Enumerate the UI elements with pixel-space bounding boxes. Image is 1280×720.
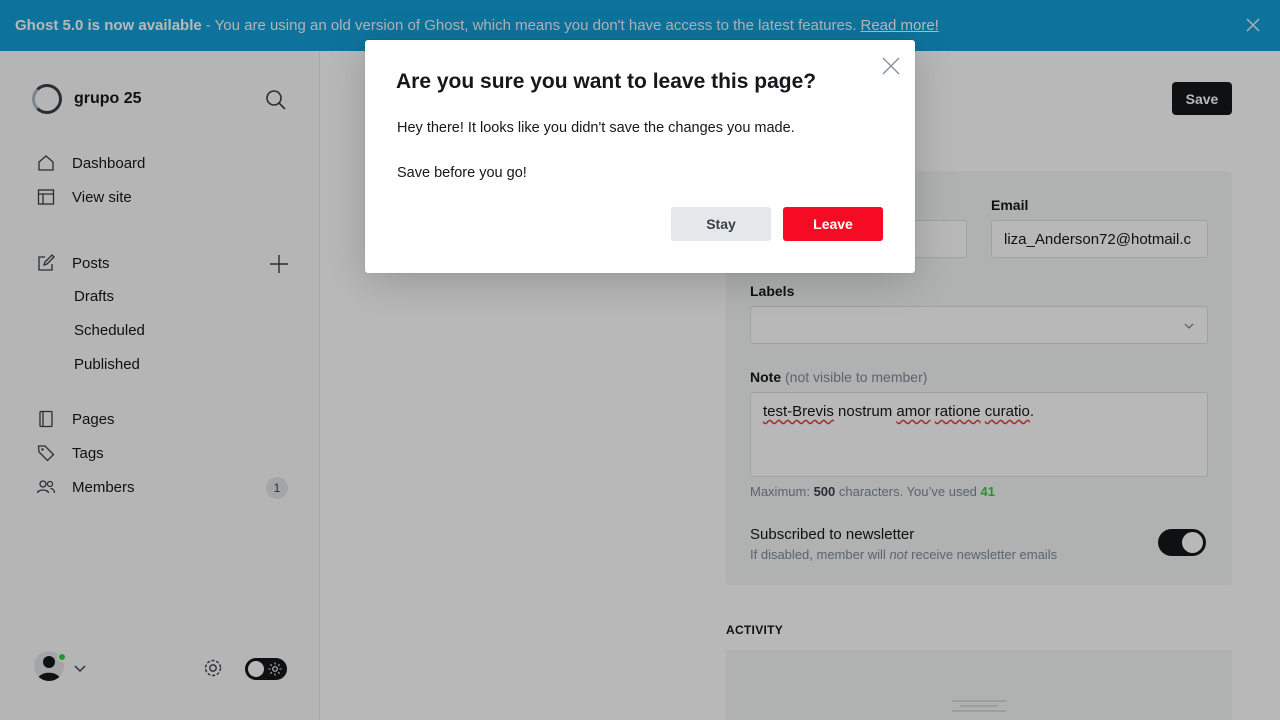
leave-page-modal: Are you sure you want to leave this page… (365, 40, 915, 273)
modal-message: Hey there! It looks like you didn't save… (397, 120, 795, 136)
modal-prompt: Save before you go! (397, 165, 527, 181)
stay-button[interactable]: Stay (671, 207, 771, 241)
leave-button[interactable]: Leave (783, 207, 883, 241)
modal-title: Are you sure you want to leave this page… (396, 70, 817, 93)
close-icon[interactable] (881, 56, 901, 76)
